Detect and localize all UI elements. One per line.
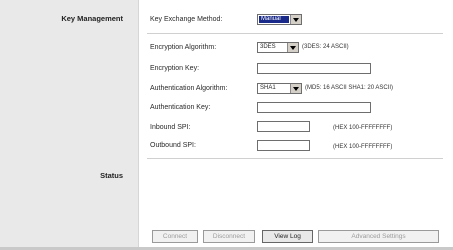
inbound-spi-hint: (HEX 100-FFFFFFFF) bbox=[333, 125, 393, 131]
outbound-spi-hint: (HEX 100-FFFFFFFF) bbox=[333, 144, 393, 150]
authentication-algorithm-select[interactable]: SHA1 bbox=[257, 83, 302, 94]
encryption-algorithm-hint: (3DES: 24 ASCII) bbox=[302, 44, 349, 50]
encryption-algorithm-label: Encryption Algorithm: bbox=[150, 44, 217, 51]
authentication-algorithm-hint: (MD5: 16 ASCII SHA1: 20 ASCII) bbox=[305, 85, 394, 91]
encryption-key-label: Encryption Key: bbox=[150, 65, 200, 72]
inbound-spi-label: Inbound SPI: bbox=[150, 124, 191, 131]
inbound-spi-input[interactable] bbox=[257, 121, 310, 132]
authentication-key-input[interactable] bbox=[257, 102, 371, 113]
chevron-down-icon[interactable] bbox=[287, 43, 298, 52]
authentication-key-label: Authentication Key: bbox=[150, 104, 211, 111]
advanced-settings-button[interactable]: Advanced Settings bbox=[318, 230, 439, 243]
disconnect-button[interactable]: Disconnect bbox=[203, 230, 255, 243]
divider bbox=[147, 33, 443, 34]
view-log-button[interactable]: View Log bbox=[262, 230, 313, 243]
outbound-spi-label: Outbound SPI: bbox=[150, 142, 196, 149]
encryption-key-input[interactable] bbox=[257, 63, 371, 74]
outbound-spi-input[interactable] bbox=[257, 140, 310, 151]
key-exchange-method-label: Key Exchange Method: bbox=[150, 16, 223, 23]
connect-button[interactable]: Connect bbox=[152, 230, 198, 243]
section-title-key-management: Key Management bbox=[61, 14, 123, 23]
key-exchange-method-select[interactable]: Manual bbox=[257, 14, 302, 25]
section-title-status: Status bbox=[100, 171, 123, 180]
encryption-algorithm-select[interactable]: 3DES bbox=[257, 42, 299, 53]
authentication-algorithm-label: Authentication Algorithm: bbox=[150, 85, 228, 92]
divider bbox=[147, 158, 443, 159]
sidebar bbox=[0, 0, 138, 250]
key-exchange-method-value: Manual bbox=[259, 16, 289, 23]
chevron-down-icon[interactable] bbox=[290, 84, 301, 93]
chevron-down-icon[interactable] bbox=[290, 15, 301, 24]
authentication-algorithm-value: SHA1 bbox=[260, 85, 276, 91]
encryption-algorithm-value: 3DES bbox=[260, 44, 276, 50]
divider bbox=[138, 0, 139, 250]
